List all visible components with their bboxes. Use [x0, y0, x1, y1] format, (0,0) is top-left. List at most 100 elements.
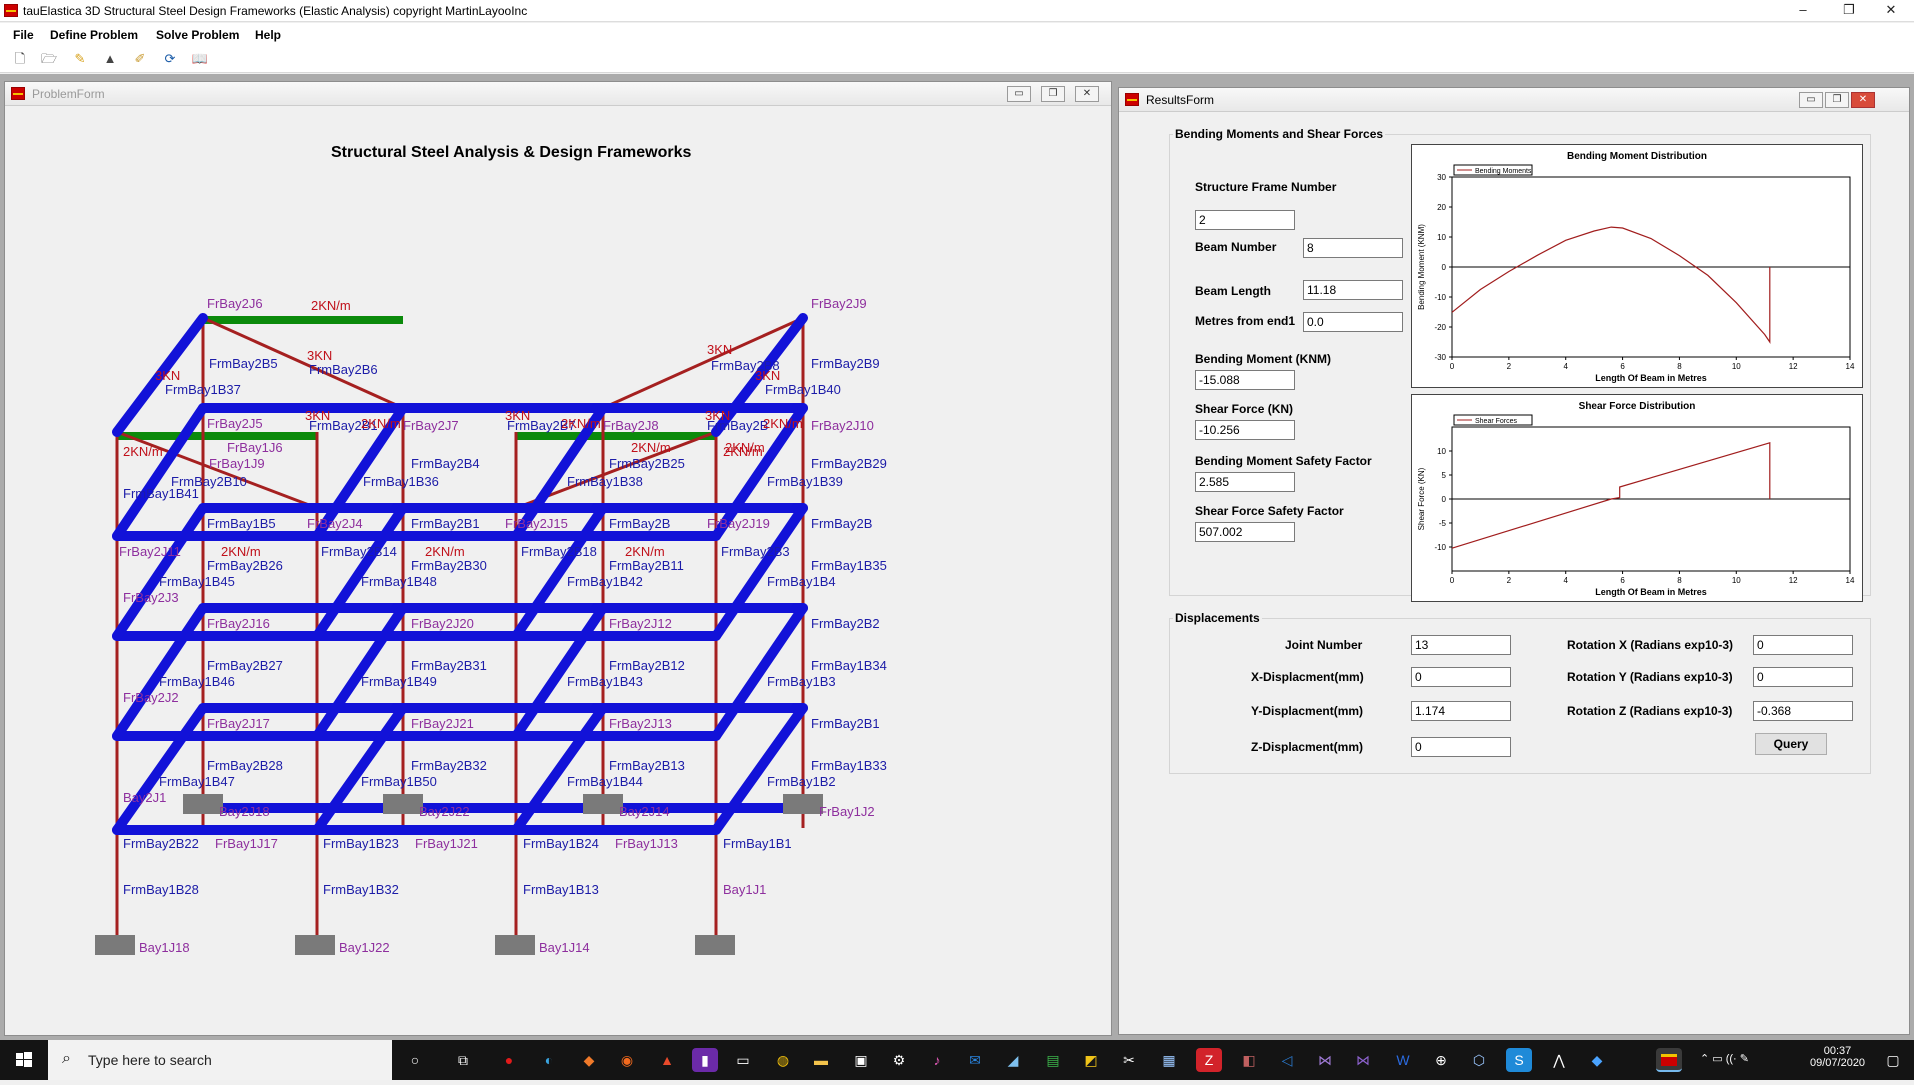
open-icon[interactable]: 🗁 [40, 50, 58, 68]
tray-icons[interactable]: ⌃ ▭ ((· ✎ [1700, 1052, 1749, 1065]
rotation-x-field[interactable]: 0 [1753, 635, 1853, 655]
pen-icon[interactable]: ✐ [131, 50, 149, 68]
joint-number-field[interactable]: 13 [1411, 635, 1511, 655]
frame-label: FrBay2J19 [707, 516, 770, 531]
lock-icon[interactable]: ▲ [101, 50, 119, 68]
problem-form-close-button[interactable]: ✕ [1075, 86, 1099, 102]
frame-label: Bay1J14 [539, 940, 590, 955]
vscode-icon[interactable]: ◁ [1274, 1048, 1300, 1072]
new-icon[interactable]: 🗋 [11, 50, 29, 68]
x-displacement-field[interactable]: 0 [1411, 667, 1511, 687]
cortana-icon[interactable]: ○ [402, 1048, 428, 1072]
edit-icon[interactable]: ✎ [71, 50, 89, 68]
rotation-y-field[interactable]: 0 [1753, 667, 1853, 687]
terminal-icon[interactable]: ▭ [730, 1048, 756, 1072]
app-icon-13[interactable]: ◆ [1584, 1048, 1610, 1072]
results-form-minimize-button[interactable]: ▭ [1799, 92, 1823, 108]
results-form-restore-button[interactable]: ❐ [1825, 92, 1849, 108]
notification-icon[interactable]: ▢ [1880, 1048, 1906, 1072]
problem-form-window: ProblemForm ▭ ❐ ✕ Structural Steel Analy… [4, 81, 1112, 1036]
refresh-icon[interactable]: ⟳ [161, 50, 179, 68]
frame-label: FrmBay2B18 [521, 544, 597, 559]
clock-date: 09/07/2020 [1810, 1057, 1866, 1069]
metres-from-end-field[interactable]: 0.0 [1303, 312, 1403, 332]
chrome-icon[interactable]: ◍ [770, 1048, 796, 1072]
app-icon-1[interactable]: ◆ [576, 1048, 602, 1072]
bending-moment-field[interactable]: -15.088 [1195, 370, 1295, 390]
search-icon: ⌕ [62, 1050, 71, 1067]
app-icon-11[interactable]: ⬡ [1466, 1048, 1492, 1072]
menu-define-problem[interactable]: Define Problem [50, 28, 138, 42]
frame-label: FrBay2J21 [411, 716, 474, 731]
beam-number-field[interactable]: 8 [1303, 238, 1403, 258]
rotation-z-field[interactable]: -0.368 [1753, 701, 1853, 721]
app-icon-7[interactable]: ✂ [1116, 1048, 1142, 1072]
menu-help[interactable]: Help [255, 28, 281, 42]
frame-label: 3KN [155, 368, 180, 383]
store-icon[interactable]: ▣ [848, 1048, 874, 1072]
opera-icon[interactable]: ● [496, 1048, 522, 1072]
frame-label: FrmBay2B11 [609, 558, 684, 573]
frame-label: FrmBay2B27 [207, 658, 283, 673]
music-icon[interactable]: ♪ [924, 1048, 950, 1072]
frame-label: 3KN [707, 342, 732, 357]
app-icon-10[interactable]: ⊕ [1428, 1048, 1454, 1072]
shear-force-field[interactable]: -10.256 [1195, 420, 1295, 440]
y-tick-label: -5 [1439, 519, 1447, 528]
query-button[interactable]: Query [1755, 733, 1827, 755]
frame-label: FrmBay1B42 [567, 574, 643, 589]
book-icon[interactable]: 📖 [191, 50, 209, 68]
start-button[interactable] [0, 1040, 48, 1080]
y-tick-label: 30 [1437, 173, 1446, 182]
mail-icon[interactable]: ✉ [962, 1048, 988, 1072]
frame-label: FrmBay2B30 [411, 558, 487, 573]
edge-icon[interactable]: ◐ [536, 1048, 562, 1072]
app-icon-5[interactable]: ▤ [1040, 1048, 1066, 1072]
firefox-icon[interactable]: ◉ [614, 1048, 640, 1072]
bm-safety-field[interactable]: 2.585 [1195, 472, 1295, 492]
menu-file[interactable]: File [13, 28, 34, 42]
problem-form-restore-button[interactable]: ❐ [1041, 86, 1065, 102]
beam-length-field[interactable]: 11.18 [1303, 280, 1403, 300]
x-tick-label: 4 [1563, 362, 1568, 371]
app-icon-2[interactable]: ▲ [654, 1048, 680, 1072]
x-tick-label: 2 [1507, 576, 1512, 585]
y-displacement-field[interactable]: 1.174 [1411, 701, 1511, 721]
frame-label: Bay1J18 [139, 940, 190, 955]
taustructural-app-icon[interactable] [1656, 1048, 1682, 1072]
menu-solve-problem[interactable]: Solve Problem [156, 28, 239, 42]
filezilla-icon[interactable]: Z [1196, 1048, 1222, 1072]
app-icon-8[interactable]: ▦ [1156, 1048, 1182, 1072]
app-icon-12[interactable]: ⋀ [1546, 1048, 1572, 1072]
frame-label: Bay1J22 [339, 940, 390, 955]
problem-form-minimize-button[interactable]: ▭ [1007, 86, 1031, 102]
bending-moment-chart: Bending Moment Distribution 0 2 4 6 8 10 12 14 30… [1411, 144, 1863, 388]
frame-label: FrBay2J20 [411, 616, 474, 631]
app-icon-9[interactable]: ◧ [1236, 1048, 1262, 1072]
app-icon-6[interactable]: ◩ [1078, 1048, 1104, 1072]
settings-icon[interactable]: ⚙ [886, 1048, 912, 1072]
frame-label: FrBay2J17 [207, 716, 270, 731]
visual-studio-2-icon[interactable]: ⋈ [1350, 1048, 1376, 1072]
restore-button[interactable]: ❐ [1826, 0, 1872, 22]
clock[interactable]: 00:37 09/07/2020 [1810, 1045, 1865, 1069]
z-displacement-field[interactable]: 0 [1411, 737, 1511, 757]
close-button[interactable]: ✕ [1868, 0, 1914, 22]
sf-safety-field[interactable]: 507.002 [1195, 522, 1295, 542]
app-icon-3[interactable]: ▮ [692, 1048, 718, 1072]
folder-icon[interactable]: ▬ [808, 1048, 834, 1072]
frame-label: FrmBay1B4 [767, 574, 836, 589]
frame-diagram-canvas[interactable]: Structural Steel Analysis & Design Frame… [11, 108, 1109, 1028]
structure-frame-number-field[interactable]: 2 [1195, 210, 1295, 230]
task-view-icon[interactable]: ⧉ [450, 1048, 476, 1072]
minimize-button[interactable]: – [1780, 0, 1826, 22]
visual-studio-icon[interactable]: ⋈ [1312, 1048, 1338, 1072]
frame-label: FrmBay1B3 [767, 674, 836, 689]
taskbar-search[interactable]: ⌕ Type here to search [48, 1040, 392, 1080]
app-icon-4[interactable]: ◢ [1000, 1048, 1026, 1072]
frame-label: FrmBay1B48 [361, 574, 437, 589]
results-form-title: ResultsForm [1146, 93, 1215, 107]
results-form-close-button[interactable]: ✕ [1851, 92, 1875, 108]
word-icon[interactable]: W [1390, 1048, 1416, 1072]
skype-icon[interactable]: S [1506, 1048, 1532, 1072]
